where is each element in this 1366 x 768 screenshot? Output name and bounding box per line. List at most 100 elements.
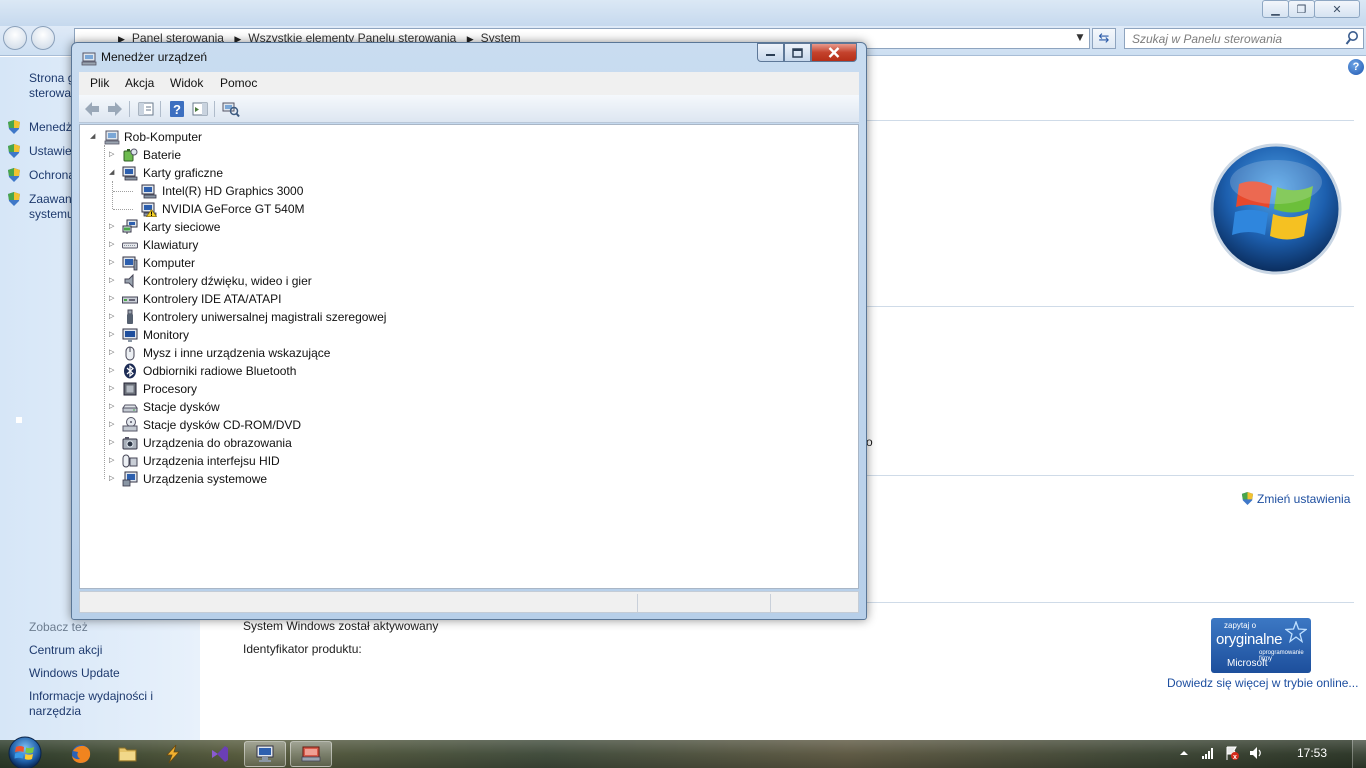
collapse-icon[interactable]: ◢ <box>109 168 117 178</box>
status-divider <box>637 594 638 612</box>
back-arrow-icon[interactable] <box>83 100 101 118</box>
maximize-button[interactable] <box>784 43 811 62</box>
expand-icon[interactable]: ▷ <box>109 348 117 358</box>
address-dropdown-icon[interactable]: ▼ <box>1072 30 1088 46</box>
sidebar-item-system-protection[interactable]: Ochrona <box>29 168 75 183</box>
tree-node-label[interactable]: Klawiatury <box>143 236 198 254</box>
tree-node-label[interactable]: Komputer <box>143 254 195 272</box>
expand-icon[interactable]: ▷ <box>109 438 117 448</box>
help-icon[interactable]: ? <box>1348 59 1364 75</box>
tree-node-label[interactable]: Rob-Komputer <box>124 128 202 146</box>
tree-node-label[interactable]: Monitory <box>143 326 189 344</box>
forward-arrow-icon[interactable] <box>106 100 124 118</box>
genuine-microsoft-badge[interactable]: zapytaj o oryginalne oprogramowanie firm… <box>1211 618 1311 673</box>
sidebar-item-device-manager[interactable]: Menedż <box>29 120 72 135</box>
tree-node-label[interactable]: Baterie <box>143 146 181 164</box>
link-action-center[interactable]: Centrum akcji <box>29 643 102 658</box>
expand-icon[interactable]: ▷ <box>109 258 117 268</box>
cp-maximize-button[interactable]: ❐ <box>1288 0 1315 18</box>
tree-node-label[interactable]: Intel(R) HD Graphics 3000 <box>162 182 303 200</box>
link-windows-update[interactable]: Windows Update <box>29 666 120 681</box>
minimize-button[interactable] <box>757 43 784 62</box>
expand-icon[interactable]: ▷ <box>109 330 117 340</box>
winamp-icon[interactable] <box>152 741 194 767</box>
sidebar-home-link-line1[interactable]: Strona g <box>29 71 74 86</box>
tree-node-label[interactable]: Urządzenia systemowe <box>143 470 267 488</box>
signal-strength-icon[interactable] <box>1200 745 1216 761</box>
tree-node-label[interactable]: Kontrolery IDE ATA/ATAPI <box>143 290 282 308</box>
start-button[interactable] <box>5 734 45 768</box>
clock[interactable]: 17:53 <box>1297 746 1327 760</box>
tree-node-label[interactable]: Urządzenia do obrazowania <box>143 434 292 452</box>
expand-icon[interactable]: ▷ <box>109 150 117 160</box>
svg-text:?: ? <box>173 102 181 117</box>
sidebar-home-link-line2[interactable]: sterowa <box>29 86 74 101</box>
cp-close-button[interactable]: ✕ <box>1314 0 1360 18</box>
expand-icon[interactable]: ▷ <box>109 294 117 304</box>
product-id-label: Identyfikator produktu: <box>243 642 362 656</box>
show-hidden-icons-icon[interactable] <box>1176 745 1192 761</box>
expand-icon[interactable]: ▷ <box>109 366 117 376</box>
tree-node-label[interactable]: Karty graficzne <box>143 164 223 182</box>
tree-node-label[interactable]: Stacje dysków CD-ROM/DVD <box>143 416 301 434</box>
learn-more-link[interactable]: Dowiedz się więcej w trybie online... <box>1167 676 1358 690</box>
expand-icon[interactable]: ▷ <box>109 474 117 484</box>
close-button[interactable] <box>811 43 857 62</box>
tree-node-label[interactable]: Kontrolery dźwięku, wideo i gier <box>143 272 312 290</box>
forward-button[interactable] <box>31 26 55 50</box>
change-settings-label[interactable]: Zmień ustawienia <box>1257 492 1350 506</box>
tree-node-label[interactable]: Stacje dysków <box>143 398 220 416</box>
action-pane-icon[interactable] <box>191 100 209 118</box>
sidebar-item-advanced[interactable]: Zaawan systemu <box>29 192 74 222</box>
cdrom-icon <box>122 417 138 432</box>
properties-pane-icon[interactable] <box>137 100 155 118</box>
show-desktop-button[interactable] <box>1352 740 1366 768</box>
back-button[interactable] <box>3 26 27 50</box>
volume-icon[interactable] <box>1248 745 1264 761</box>
search-input[interactable]: Szukaj w Panelu sterowania <box>1124 28 1364 49</box>
control-panel-taskbar-button[interactable] <box>244 741 286 767</box>
action-center-icon[interactable]: x <box>1224 745 1240 761</box>
camera-icon <box>122 437 138 450</box>
search-icon[interactable] <box>1345 30 1359 46</box>
tree-node-label[interactable]: Kontrolery uniwersalnej magistrali szere… <box>143 308 386 326</box>
tree-node-label[interactable]: Odbiorniki radiowe Bluetooth <box>143 362 296 380</box>
device-manager-taskbar-button[interactable] <box>290 741 332 767</box>
expand-icon[interactable]: ▷ <box>109 222 117 232</box>
cp-minimize-button[interactable]: ▁ <box>1262 0 1289 18</box>
refresh-button[interactable]: ⇆ <box>1092 28 1116 49</box>
tree-node-label[interactable]: Urządzenia interfejsu HID <box>143 452 280 470</box>
expand-icon[interactable]: ▷ <box>109 240 117 250</box>
visual-studio-icon[interactable] <box>198 741 240 767</box>
firefox-icon[interactable] <box>60 741 102 767</box>
menu-view[interactable]: Widok <box>170 76 203 90</box>
sidebar-item-remote-settings[interactable]: Ustawie <box>29 144 72 159</box>
expand-icon[interactable]: ▷ <box>109 402 117 412</box>
shield-icon <box>8 144 20 158</box>
link-performance-info-line2[interactable]: narzędzia <box>29 704 153 719</box>
sidebar-home-link[interactable]: Strona g sterowa <box>29 71 74 101</box>
expand-icon[interactable]: ▷ <box>109 276 117 286</box>
menu-help[interactable]: Pomoc <box>220 76 257 90</box>
sidebar-item-advanced-line1[interactable]: Zaawan <box>29 192 74 207</box>
sidebar-item-advanced-line2[interactable]: systemu <box>29 207 74 222</box>
link-performance-info-line1[interactable]: Informacje wydajności i <box>29 689 153 704</box>
scan-hardware-icon[interactable] <box>222 100 240 118</box>
expand-icon[interactable]: ▷ <box>109 384 117 394</box>
change-settings-link[interactable]: Zmień ustawienia <box>1241 491 1350 506</box>
help-icon[interactable]: ? <box>168 100 186 118</box>
tree-node-label[interactable]: Procesory <box>143 380 197 398</box>
expand-icon[interactable]: ▷ <box>109 456 117 466</box>
menu-action[interactable]: Akcja <box>125 76 154 90</box>
tree-node-label[interactable]: Mysz i inne urządzenia wskazujące <box>143 344 330 362</box>
link-performance-info[interactable]: Informacje wydajności i narzędzia <box>29 689 153 719</box>
menu-file[interactable]: Plik <box>90 76 109 90</box>
device-tree[interactable]: ◢ Rob-Komputer ▷ Baterie ◢ Karty graficz… <box>79 124 859 589</box>
expand-icon[interactable]: ▷ <box>109 420 117 430</box>
explorer-icon[interactable] <box>106 741 148 767</box>
tree-node-label[interactable]: Karty sieciowe <box>143 218 220 236</box>
collapse-icon[interactable]: ◢ <box>90 132 98 142</box>
expand-icon[interactable]: ▷ <box>109 312 117 322</box>
close-icon <box>828 47 840 58</box>
tree-node-label[interactable]: NVIDIA GeForce GT 540M <box>162 200 305 218</box>
